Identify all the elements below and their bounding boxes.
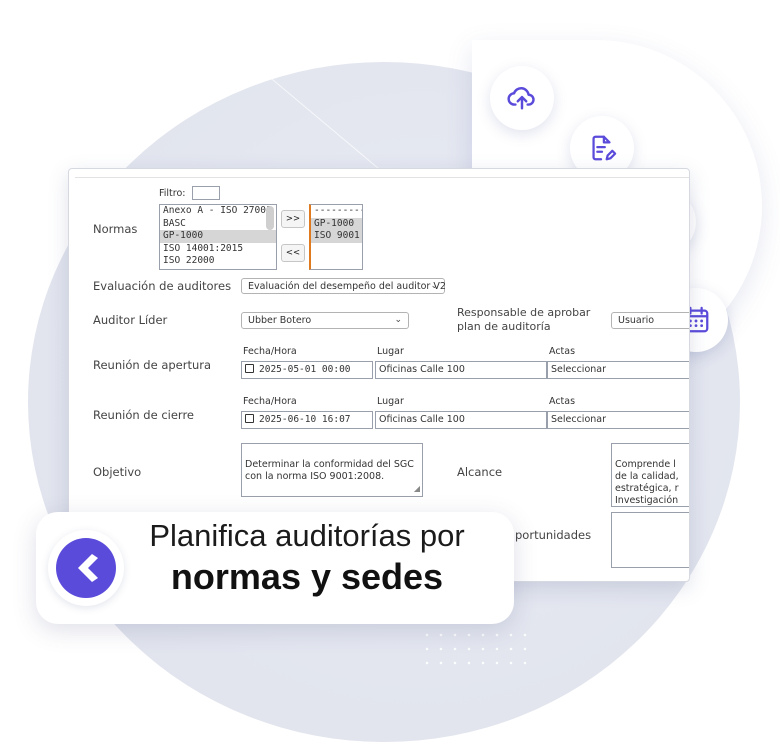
background-dots bbox=[420, 628, 530, 668]
lugar-header: Lugar bbox=[377, 346, 404, 357]
list-item[interactable]: ISO 9001 bbox=[311, 230, 362, 243]
auditor-select[interactable]: Ubber Botero ⌄ bbox=[241, 312, 409, 329]
normas-available-list[interactable]: Anexo A - ISO 27001 BASC GP-1000 ISO 140… bbox=[159, 204, 277, 270]
apertura-fecha-field[interactable]: 2025-05-01 00:00 bbox=[241, 361, 373, 379]
fecha-header: Fecha/Hora bbox=[243, 396, 297, 407]
list-item[interactable]: ISO 22000 bbox=[160, 255, 276, 268]
cierre-lugar-value: Oficinas Calle 100 bbox=[379, 414, 465, 425]
list-item[interactable]: --------- bbox=[311, 205, 362, 218]
objetivo-textarea[interactable]: Determinar la conformidad del SGC con la… bbox=[241, 443, 423, 497]
list-item[interactable]: GP-1000 bbox=[311, 217, 362, 230]
apertura-lugar-value: Oficinas Calle 100 bbox=[379, 364, 465, 375]
document-edit-icon bbox=[592, 135, 617, 161]
normas-chosen-list[interactable]: --------- GP-1000 ISO 9001 bbox=[309, 204, 363, 270]
apertura-lugar-field[interactable]: Oficinas Calle 100 bbox=[375, 361, 547, 379]
oportunidades-label: portunidades bbox=[515, 528, 592, 542]
normas-label: Normas bbox=[93, 222, 138, 236]
responsable-select[interactable]: Usuario bbox=[611, 312, 689, 329]
list-item[interactable]: GP-1000 bbox=[160, 230, 276, 243]
caption-line-1: Planifica auditorías por bbox=[149, 518, 465, 553]
add-norma-button[interactable]: >> bbox=[281, 210, 305, 228]
remove-norma-button[interactable]: << bbox=[281, 244, 305, 262]
auditor-label: Auditor Líder bbox=[93, 313, 168, 327]
responsable-value: Usuario bbox=[618, 315, 655, 326]
apertura-label: Reunión de apertura bbox=[93, 358, 212, 372]
chevron-down-icon: ⌄ bbox=[430, 281, 438, 291]
actas-header: Actas bbox=[549, 346, 576, 357]
list-item[interactable]: ISO 14001:2015 bbox=[160, 243, 276, 256]
auditor-value: Ubber Botero bbox=[248, 315, 312, 326]
alcance-textarea[interactable]: Comprende l de la calidad, estratégica, … bbox=[611, 443, 689, 507]
apertura-actas-value: Seleccionar bbox=[551, 364, 607, 375]
responsable-label: Responsable de aprobar plan de auditoría bbox=[457, 306, 591, 333]
cierre-fecha-value: 2025-06-10 16:07 bbox=[259, 414, 351, 425]
resize-grip-icon[interactable]: ◢ bbox=[414, 483, 420, 495]
lugar-header: Lugar bbox=[377, 396, 404, 407]
cierre-actas-field[interactable]: Seleccionar bbox=[547, 411, 689, 429]
normas-scrollbar[interactable] bbox=[266, 206, 274, 230]
evaluacion-label: Evaluación de auditores bbox=[93, 279, 232, 293]
filtro-input[interactable] bbox=[192, 186, 220, 200]
fecha-header: Fecha/Hora bbox=[243, 346, 297, 357]
list-item[interactable]: Anexo A - ISO 27001 bbox=[160, 205, 276, 218]
objetivo-value: Determinar la conformidad del SGC con la… bbox=[245, 459, 414, 482]
alcance-label: Alcance bbox=[457, 465, 503, 479]
list-item[interactable]: BASC bbox=[160, 218, 276, 231]
evaluacion-select[interactable]: Evaluación del desempeño del auditor V2 … bbox=[241, 278, 446, 294]
calendar-small-icon[interactable] bbox=[245, 414, 254, 423]
brand-logo-icon bbox=[56, 538, 116, 598]
chevron-down-icon: ⌄ bbox=[394, 315, 402, 325]
filtro-label: Filtro: bbox=[159, 188, 186, 199]
apertura-fecha-value: 2025-05-01 00:00 bbox=[259, 364, 351, 375]
calendar-small-icon[interactable] bbox=[245, 364, 254, 373]
actas-header: Actas bbox=[549, 396, 576, 407]
cierre-actas-value: Seleccionar bbox=[551, 414, 607, 425]
apertura-actas-field[interactable]: Seleccionar bbox=[547, 361, 689, 379]
cierre-fecha-field[interactable]: 2025-06-10 16:07 bbox=[241, 411, 373, 429]
oportunidades-textarea[interactable] bbox=[611, 512, 689, 568]
cloud-upload-icon bbox=[507, 87, 535, 110]
cierre-lugar-field[interactable]: Oficinas Calle 100 bbox=[375, 411, 547, 429]
cloud-upload-button[interactable] bbox=[490, 66, 554, 130]
evaluacion-value: Evaluación del desempeño del auditor V2 bbox=[248, 281, 446, 292]
caption-line-2: normas y sedes bbox=[170, 556, 444, 597]
objetivo-label: Objetivo bbox=[93, 465, 142, 479]
cierre-label: Reunión de cierre bbox=[93, 408, 195, 422]
alcance-value: Comprende l de la calidad, estratégica, … bbox=[615, 459, 679, 506]
brand-logo bbox=[48, 530, 124, 606]
